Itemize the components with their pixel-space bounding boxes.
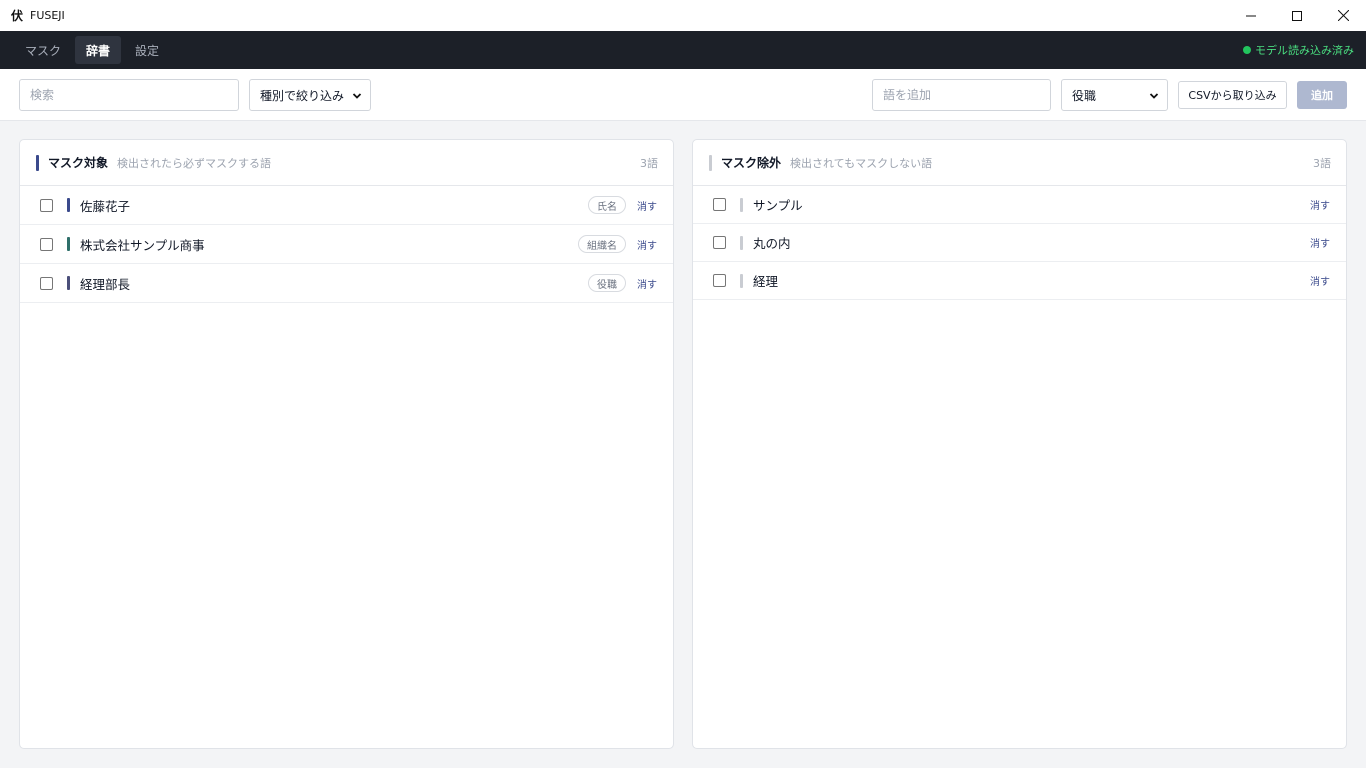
row-checkbox[interactable] — [713, 274, 726, 287]
word-text: 経理部長 — [80, 276, 131, 292]
list-item: 経理部長 役職 消す — [20, 264, 673, 303]
csv-import-button[interactable]: CSVから取り込み — [1178, 81, 1287, 109]
delete-link[interactable]: 消す — [1310, 273, 1330, 288]
status-dot-icon — [1243, 46, 1251, 54]
close-icon — [1337, 10, 1349, 21]
search-input[interactable] — [19, 79, 239, 111]
row-checkbox[interactable] — [40, 237, 53, 251]
list-item: サンプル 消す — [693, 186, 1346, 224]
minimize-icon — [1246, 15, 1256, 16]
add-button[interactable]: 追加 — [1297, 81, 1347, 109]
window-controls — [1228, 0, 1366, 31]
maximize-button[interactable] — [1274, 0, 1320, 31]
type-filter-label: 種別で絞り込み — [260, 88, 345, 103]
close-button[interactable] — [1320, 0, 1366, 31]
category-accent-bar — [67, 198, 70, 212]
tab-settings[interactable]: 設定 — [124, 36, 170, 64]
delete-link[interactable]: 消す — [637, 237, 657, 252]
panel-description: 検出されてもマスクしない語 — [790, 156, 933, 170]
category-accent-bar — [740, 273, 743, 288]
row-checkbox[interactable] — [40, 198, 53, 212]
delete-link[interactable]: 消す — [637, 276, 657, 291]
minimize-button[interactable] — [1228, 0, 1274, 31]
word-text: 株式会社サンプル商事 — [80, 237, 205, 253]
add-word-input[interactable] — [872, 79, 1051, 111]
window-title: FUSEJI — [30, 9, 65, 22]
model-status-text: モデル読み込み済み — [1255, 44, 1354, 57]
list-item: 佐藤花子 氏名 消す — [20, 186, 673, 225]
header-accent-bar — [709, 154, 712, 171]
nav-bar: マスク 辞書 設定 モデル読み込み済み — [0, 31, 1366, 69]
chevron-down-icon — [352, 93, 362, 99]
row-checkbox[interactable] — [713, 236, 726, 249]
list-item: 経理 消す — [693, 262, 1346, 300]
delete-link[interactable]: 消す — [637, 198, 657, 213]
maximize-icon — [1292, 10, 1302, 21]
word-count: 3語 — [1313, 156, 1331, 170]
tab-mask[interactable]: マスク — [14, 36, 72, 64]
chevron-down-icon — [1149, 93, 1159, 99]
delete-link[interactable]: 消す — [1310, 197, 1330, 212]
panel-title: マスク除外 — [721, 156, 782, 170]
category-accent-bar — [67, 276, 70, 290]
category-selected-label: 役職 — [1072, 88, 1097, 103]
word-text: 丸の内 — [753, 236, 791, 251]
row-checkbox[interactable] — [713, 198, 726, 211]
category-tag: 役職 — [588, 274, 626, 292]
category-accent-bar — [740, 197, 743, 212]
list-item: 株式会社サンプル商事 組織名 消す — [20, 225, 673, 264]
toolbar: 種別で絞り込み 役職 CSVから取り込み 追加 — [0, 69, 1366, 121]
category-accent-bar — [67, 237, 70, 251]
tab-dictionary[interactable]: 辞書 — [75, 36, 122, 64]
panel-header: マスク対象 検出されたら必ずマスクする語 3語 — [20, 140, 673, 186]
type-filter-select[interactable]: 種別で絞り込み — [249, 79, 371, 111]
header-accent-bar — [36, 154, 39, 171]
word-text: 佐藤花子 — [80, 198, 131, 214]
nav-tabs: マスク 辞書 設定 — [14, 31, 173, 69]
word-text: サンプル — [753, 198, 803, 213]
list-item: 丸の内 消す — [693, 224, 1346, 262]
mask-exclude-panel: マスク除外 検出されてもマスクしない語 3語 サンプル 消す 丸の内 消す 経理… — [692, 139, 1347, 749]
model-status: モデル読み込み済み — [1243, 31, 1354, 69]
category-select[interactable]: 役職 — [1061, 79, 1168, 111]
panel-header: マスク除外 検出されてもマスクしない語 3語 — [693, 140, 1346, 186]
row-checkbox[interactable] — [40, 276, 53, 290]
app-logo-icon: 伏 — [10, 8, 23, 23]
category-tag: 組織名 — [578, 235, 626, 253]
word-text: 経理 — [753, 274, 779, 289]
panel-description: 検出されたら必ずマスクする語 — [117, 156, 272, 170]
category-accent-bar — [740, 235, 743, 250]
word-count: 3語 — [640, 156, 658, 170]
panel-title: マスク対象 — [48, 156, 109, 170]
category-tag: 氏名 — [588, 196, 626, 214]
title-bar: 伏 FUSEJI — [0, 0, 1366, 31]
delete-link[interactable]: 消す — [1310, 235, 1330, 250]
mask-target-panel: マスク対象 検出されたら必ずマスクする語 3語 佐藤花子 氏名 消す 株式会社サ… — [19, 139, 674, 749]
